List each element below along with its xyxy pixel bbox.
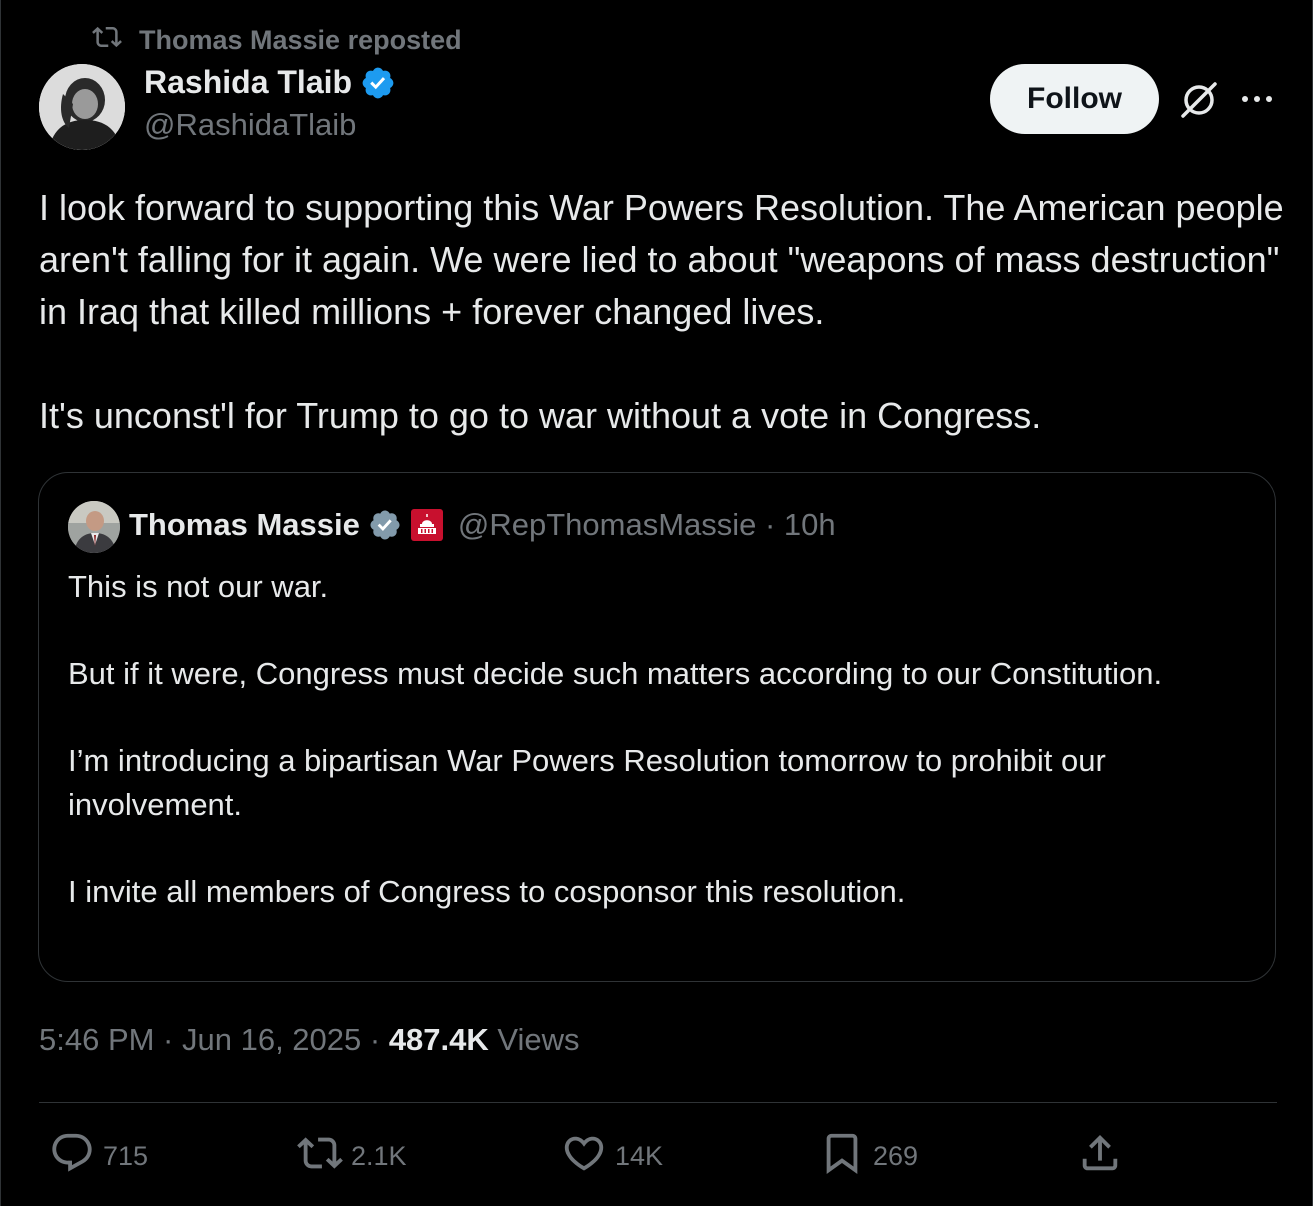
share-icon <box>1077 1130 1123 1183</box>
repost-icon <box>89 22 125 59</box>
repost-text: Thomas Massie reposted <box>139 25 462 55</box>
tweet-paragraph: I look forward to supporting this War Po… <box>39 187 1284 332</box>
author-info: Rashida Tlaib @RashidaTlaib <box>144 64 396 143</box>
bookmark-icon <box>819 1130 865 1183</box>
author-handle[interactable]: @RashidaTlaib <box>144 107 396 143</box>
quoted-paragraph: I’m introducing a bipartisan War Powers … <box>68 743 1106 822</box>
quoted-text: This is not our war. But if it were, Con… <box>68 565 1258 914</box>
reply-button[interactable]: 715 <box>49 1126 148 1186</box>
quoted-avatar[interactable] <box>68 501 120 553</box>
tweet-meta: 5:46 PM · Jun 16, 2025 · 487.4K Views <box>39 1022 580 1058</box>
quoted-paragraph: But if it were, Congress must decide suc… <box>68 656 1163 691</box>
grok-icon[interactable] <box>1177 80 1221 120</box>
verified-badge-icon[interactable] <box>360 65 396 101</box>
bookmark-count: 269 <box>873 1140 919 1171</box>
author-display-name[interactable]: Rashida Tlaib <box>144 64 352 101</box>
share-button[interactable] <box>1077 1126 1123 1186</box>
tweet-text: I look forward to supporting this War Po… <box>39 182 1289 442</box>
bookmark-button[interactable]: 269 <box>819 1126 918 1186</box>
views-label: Views <box>488 1022 580 1057</box>
reply-icon <box>49 1130 95 1183</box>
quoted-paragraph: I invite all members of Congress to cosp… <box>68 874 906 909</box>
reply-count: 715 <box>103 1140 149 1171</box>
repost-icon <box>297 1130 343 1183</box>
repost-count: 2.1K <box>351 1140 407 1171</box>
like-count: 14K <box>615 1140 664 1171</box>
quoted-paragraph: This is not our war. <box>68 569 329 604</box>
follow-button[interactable]: Follow <box>990 64 1159 134</box>
capitol-badge-icon[interactable] <box>410 508 444 542</box>
verified-badge-icon[interactable] <box>368 508 402 542</box>
views-count[interactable]: 487.4K <box>389 1022 489 1057</box>
repost-button[interactable]: 2.1K <box>297 1126 407 1186</box>
heart-icon <box>561 1130 607 1183</box>
timestamp[interactable]: 5:46 PM · Jun 16, 2025 · <box>39 1022 389 1057</box>
repost-indicator[interactable]: Thomas Massie reposted <box>89 22 462 59</box>
more-icon[interactable] <box>1237 88 1277 110</box>
tweet-detail: Thomas Massie reposted Rashida Tlaib @Ra… <box>0 0 1313 1206</box>
divider <box>39 1102 1277 1103</box>
quoted-display-name[interactable]: Thomas Massie <box>129 507 360 543</box>
avatar[interactable] <box>39 64 125 150</box>
tweet-paragraph: It's unconst'l for Trump to go to war wi… <box>39 395 1042 436</box>
like-button[interactable]: 14K <box>561 1126 663 1186</box>
action-bar: 715 2.1K 14K 269 <box>39 1126 1277 1186</box>
quoted-tweet[interactable]: Thomas Massie @RepThomasMassie · 10h Thi… <box>38 472 1276 982</box>
quoted-header: Thomas Massie @RepThomasMassie · 10h <box>129 507 836 543</box>
quoted-handle-time[interactable]: @RepThomasMassie · 10h <box>458 507 836 543</box>
